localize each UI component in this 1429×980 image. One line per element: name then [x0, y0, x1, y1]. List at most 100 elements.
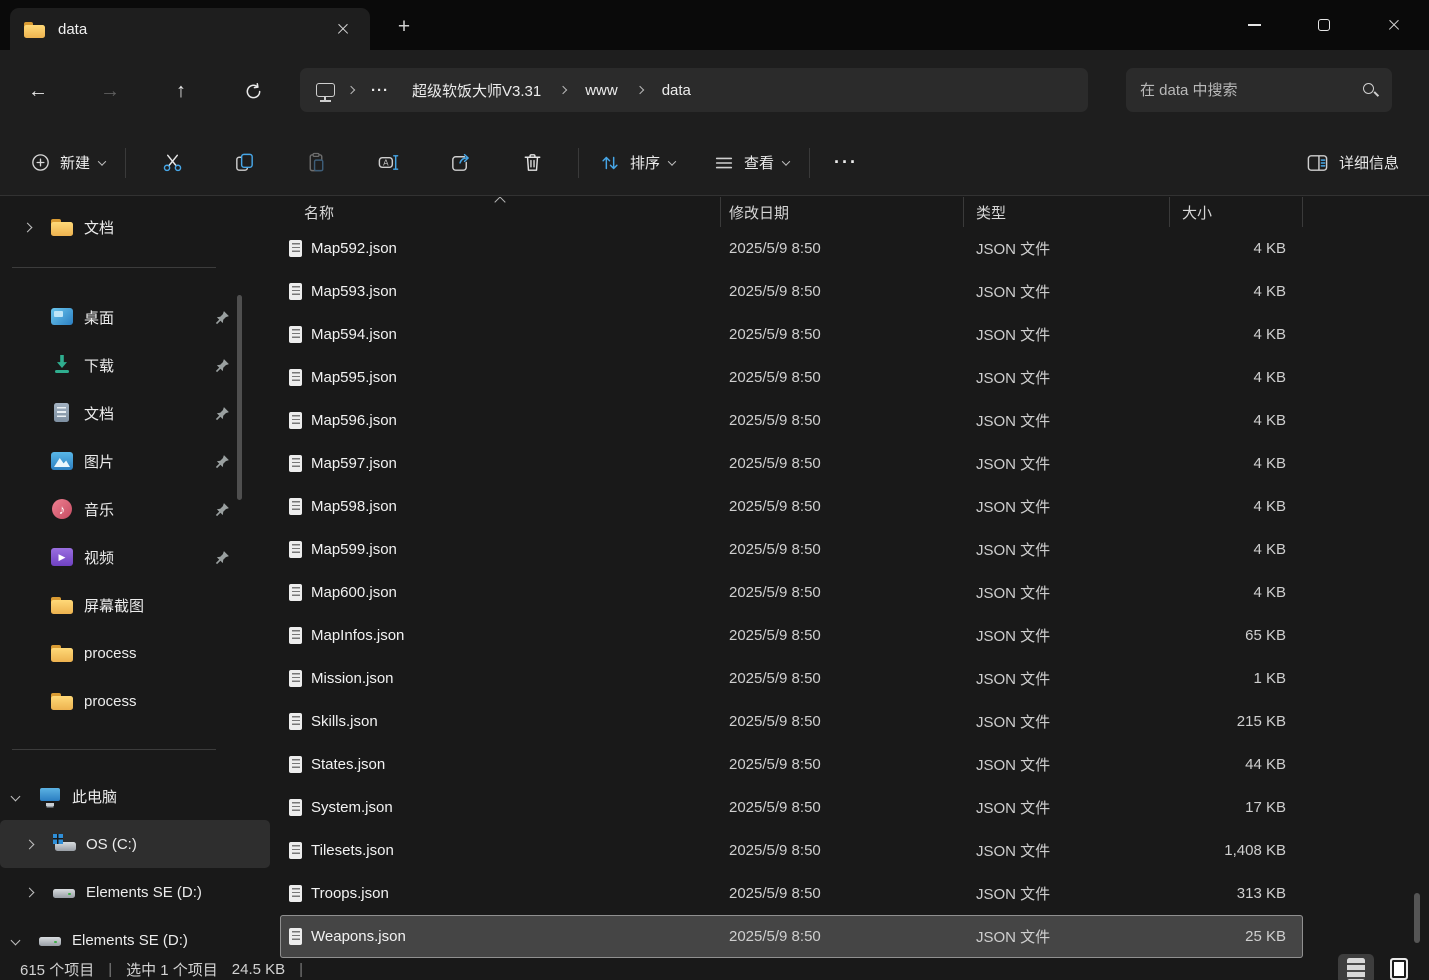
file-name: Map600.json — [311, 584, 397, 601]
chevron-icon[interactable] — [25, 887, 35, 897]
column-header-name[interactable]: 名称 — [280, 197, 721, 227]
file-list-scrollbar[interactable] — [1414, 893, 1420, 943]
sidebar-item[interactable]: OS (C:) — [0, 820, 270, 868]
sidebar-item[interactable]: 视频 — [0, 533, 270, 581]
address-bar[interactable]: ··· 超级软饭大师V3.31 www data — [300, 68, 1088, 112]
tab-close-icon[interactable] — [330, 16, 356, 42]
file-row[interactable]: Map593.json 2025/5/9 8:50 JSON 文件 4 KB — [280, 270, 1303, 313]
file-row[interactable]: Map592.json 2025/5/9 8:50 JSON 文件 4 KB — [280, 227, 1303, 270]
file-row[interactable]: Skills.json 2025/5/9 8:50 JSON 文件 215 KB — [280, 700, 1303, 743]
chevron-icon[interactable] — [23, 222, 33, 232]
file-name: System.json — [311, 799, 393, 816]
folder-icon — [50, 690, 74, 712]
svg-text:A: A — [383, 159, 389, 168]
tab-title: data — [58, 21, 87, 38]
file-row[interactable]: Map594.json 2025/5/9 8:50 JSON 文件 4 KB — [280, 313, 1303, 356]
file-row[interactable]: MapInfos.json 2025/5/9 8:50 JSON 文件 65 K… — [280, 614, 1303, 657]
search-icon[interactable] — [1362, 82, 1378, 98]
sidebar-item[interactable]: 音乐 — [0, 485, 270, 533]
maximize-button[interactable] — [1289, 0, 1359, 50]
column-header-size[interactable]: 大小 — [1170, 197, 1303, 227]
file-icon — [289, 412, 302, 429]
sidebar-item[interactable]: Elements SE (D:) — [0, 868, 270, 916]
close-button[interactable] — [1359, 0, 1429, 50]
pictures-icon — [50, 450, 74, 472]
search-input[interactable] — [1140, 82, 1362, 99]
sidebar-item-label: Elements SE (D:) — [86, 884, 230, 901]
sidebar-item[interactable]: Elements SE (D:) — [0, 916, 270, 958]
sidebar-scrollbar[interactable] — [237, 295, 242, 500]
search-box[interactable] — [1126, 68, 1392, 112]
divider — [125, 148, 126, 178]
new-tab-button[interactable]: + — [388, 14, 420, 40]
sidebar-item[interactable]: 图片 — [0, 437, 270, 485]
titlebar: data + — [0, 0, 1429, 50]
file-name: Map597.json — [311, 455, 397, 472]
forward-button[interactable]: → — [93, 74, 127, 108]
file-rows: Map592.json 2025/5/9 8:50 JSON 文件 4 KB M… — [280, 227, 1429, 958]
refresh-button[interactable] — [236, 74, 270, 108]
breadcrumb-segment[interactable]: data — [656, 78, 697, 103]
delete-button[interactable] — [511, 142, 553, 184]
file-row[interactable]: Mission.json 2025/5/9 8:50 JSON 文件 1 KB — [280, 657, 1303, 700]
sort-button[interactable]: 排序 — [589, 144, 685, 182]
cut-button[interactable] — [151, 142, 193, 184]
breadcrumb-segment[interactable]: www — [579, 78, 624, 103]
chevron-down-icon — [782, 157, 790, 165]
sidebar-item[interactable]: 文档 — [0, 389, 270, 437]
file-row[interactable]: Tilesets.json 2025/5/9 8:50 JSON 文件 1,40… — [280, 829, 1303, 872]
copy-button[interactable] — [223, 142, 265, 184]
sidebar-pinned-section: 桌面 下载 文档 — [0, 293, 270, 581]
file-list: 名称 修改日期 类型 大小 Map592.json 2025/5/9 8:50 … — [280, 197, 1429, 958]
share-button[interactable] — [439, 142, 481, 184]
file-row[interactable]: States.json 2025/5/9 8:50 JSON 文件 44 KB — [280, 743, 1303, 786]
up-button[interactable]: ↑ — [164, 74, 198, 108]
file-row[interactable]: Map597.json 2025/5/9 8:50 JSON 文件 4 KB — [280, 442, 1303, 485]
sidebar-item[interactable]: 桌面 — [0, 293, 270, 341]
sidebar-item[interactable]: process — [0, 629, 270, 677]
rename-button[interactable]: A — [367, 142, 409, 184]
file-date: 2025/5/9 8:50 — [721, 412, 964, 429]
chevron-right-icon — [635, 86, 643, 94]
explorer-tab[interactable]: data — [10, 8, 370, 50]
paste-button[interactable] — [295, 142, 337, 184]
back-button[interactable]: ← — [21, 74, 55, 108]
file-row[interactable]: System.json 2025/5/9 8:50 JSON 文件 17 KB — [280, 786, 1303, 829]
sidebar-item[interactable]: 屏幕截图 — [0, 581, 270, 629]
file-type: JSON 文件 — [964, 797, 1170, 818]
file-row[interactable]: Map595.json 2025/5/9 8:50 JSON 文件 4 KB — [280, 356, 1303, 399]
chevron-icon[interactable] — [25, 839, 35, 849]
file-row[interactable]: Weapons.json 2025/5/9 8:50 JSON 文件 25 KB — [280, 915, 1303, 958]
column-header-type[interactable]: 类型 — [964, 197, 1170, 227]
file-icon — [289, 627, 302, 644]
minimize-button[interactable] — [1219, 0, 1289, 50]
sidebar-item[interactable]: 此电脑 — [0, 772, 270, 820]
details-view-button[interactable] — [1338, 954, 1374, 980]
divider — [578, 148, 579, 178]
file-row[interactable]: Map599.json 2025/5/9 8:50 JSON 文件 4 KB — [280, 528, 1303, 571]
sidebar-item[interactable]: 文档 — [0, 203, 270, 251]
drive-icon — [38, 929, 62, 951]
this-pc-icon[interactable] — [316, 83, 335, 97]
details-pane-button[interactable]: 详细信息 — [1296, 144, 1409, 181]
breadcrumb-overflow[interactable]: ··· — [367, 82, 393, 99]
sidebar-item[interactable]: process — [0, 677, 270, 725]
file-row[interactable]: Troops.json 2025/5/9 8:50 JSON 文件 313 KB — [280, 872, 1303, 915]
chevron-icon[interactable] — [11, 935, 21, 945]
column-header-date[interactable]: 修改日期 — [721, 197, 964, 227]
large-icons-view-button[interactable] — [1381, 954, 1417, 980]
view-button[interactable]: 查看 — [703, 144, 799, 182]
sidebar-item[interactable]: 下载 — [0, 341, 270, 389]
file-row[interactable]: Map596.json 2025/5/9 8:50 JSON 文件 4 KB — [280, 399, 1303, 442]
file-size: 4 KB — [1170, 455, 1303, 472]
file-type: JSON 文件 — [964, 926, 1170, 947]
file-date: 2025/5/9 8:50 — [721, 369, 964, 386]
sidebar-item-label: 屏幕截图 — [84, 595, 230, 616]
file-row[interactable]: Map598.json 2025/5/9 8:50 JSON 文件 4 KB — [280, 485, 1303, 528]
breadcrumb-segment[interactable]: 超级软饭大师V3.31 — [406, 76, 547, 105]
sidebar-item-label: 音乐 — [84, 499, 205, 520]
chevron-icon[interactable] — [11, 791, 21, 801]
more-button[interactable]: ··· — [820, 152, 872, 173]
new-button[interactable]: 新建 — [20, 144, 115, 181]
file-row[interactable]: Map600.json 2025/5/9 8:50 JSON 文件 4 KB — [280, 571, 1303, 614]
